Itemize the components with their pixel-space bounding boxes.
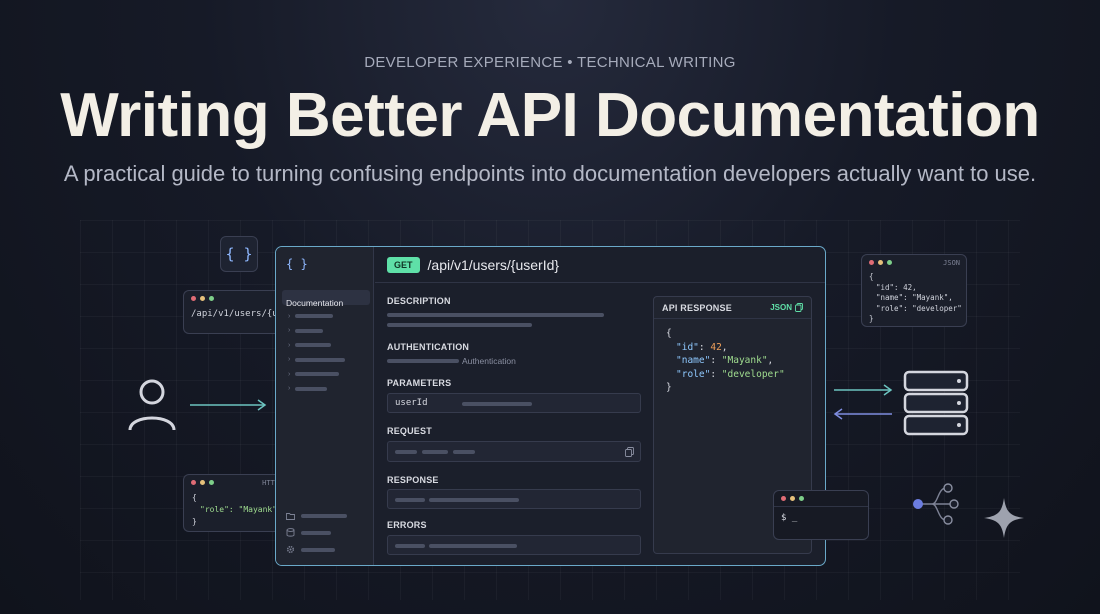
- json-value: "developer": [721, 368, 785, 380]
- code-line: "role": "Mayank": [200, 505, 278, 514]
- code-line: "id": 42,: [876, 282, 917, 292]
- sidebar-item-settings[interactable]: [286, 541, 347, 558]
- json-value: "Mayank": [721, 355, 768, 366]
- sidebar-item[interactable]: ›: [288, 353, 346, 368]
- code-line: "name": "Mayank",: [876, 293, 953, 302]
- section-request: REQUEST: [387, 426, 432, 436]
- section-parameters: PARAMETERS: [387, 378, 452, 388]
- section-response: RESPONSE: [387, 475, 439, 485]
- endpoint-header: GET /api/v1/users/{userId}: [375, 247, 825, 283]
- json-tag: JSON: [943, 258, 960, 267]
- docs-logo: { }: [286, 257, 308, 271]
- json-key: "name": [676, 355, 711, 366]
- sidebar-item-folder[interactable]: [286, 507, 347, 524]
- sidebar-item-database[interactable]: [286, 524, 347, 541]
- url-window: /api/v1/users/{use: [183, 290, 283, 334]
- json-window: JSON { "id": 42, "name": "Mayank", "role…: [861, 254, 967, 327]
- sidebar-item[interactable]: ›: [288, 367, 345, 382]
- section-description: DESCRIPTION: [387, 296, 451, 306]
- code-line: {: [869, 272, 874, 281]
- sidebar-item[interactable]: ›: [288, 338, 345, 353]
- param-row[interactable]: userId: [387, 393, 641, 413]
- copy-icon[interactable]: [625, 447, 634, 457]
- braces-glyph: { }: [225, 245, 253, 263]
- copy-icon: [795, 303, 803, 312]
- database-icon: [286, 528, 295, 537]
- description-line: [387, 323, 532, 327]
- json-brace: }: [666, 382, 672, 393]
- window-dots: [774, 491, 868, 507]
- code-line: {: [192, 493, 197, 502]
- description-line: [387, 313, 604, 317]
- method-badge: GET: [387, 256, 420, 273]
- terminal-prompt[interactable]: $ _: [774, 507, 868, 529]
- section-authentication: AUTHENTICATION: [387, 342, 470, 352]
- code-line: "role": "developer": [876, 303, 962, 313]
- sidebar-item[interactable]: ›: [288, 382, 345, 397]
- sidebar-footer: [286, 507, 347, 558]
- terminal-window: $ _: [773, 490, 869, 540]
- sidebar-item[interactable]: ›: [288, 309, 345, 324]
- share-node-icon: [913, 483, 959, 525]
- right-arrow-icon: [190, 399, 267, 411]
- arrows-icon: [833, 384, 893, 420]
- eyebrow: DEVELOPER EXPERIENCE • TECHNICAL WRITING: [364, 54, 736, 71]
- url-text: /api/v1/users/{use: [191, 309, 283, 319]
- gear-icon: [287, 546, 294, 553]
- window-dots: [862, 255, 899, 270]
- api-response-title: API RESPONSE: [662, 302, 732, 313]
- sidebar-item[interactable]: ›: [288, 324, 345, 339]
- errors-block[interactable]: [387, 535, 641, 555]
- sidebar-item-documentation[interactable]: Documentation: [282, 290, 370, 308]
- auth-line: [387, 359, 459, 363]
- section-errors: ERRORS: [387, 520, 427, 530]
- http-window: HTTP { "role": "Mayank" }: [183, 474, 283, 532]
- json-key: "id": [676, 341, 699, 353]
- sidebar-item-label: Documentation: [286, 298, 344, 308]
- json-brace: {: [666, 328, 672, 339]
- json-key: "role": [676, 368, 711, 380]
- format-toggle[interactable]: JSON: [770, 303, 803, 312]
- request-block[interactable]: [387, 441, 641, 462]
- json-value: 42: [710, 341, 722, 353]
- docs-sidebar: { } Documentation › › › › › ›: [276, 247, 374, 565]
- auth-value: Authentication: [462, 356, 516, 366]
- page-subtitle: A practical guide to turning confusing e…: [63, 161, 1037, 186]
- page-title: Writing Better API Documentation: [60, 81, 1040, 150]
- format-label: JSON: [770, 303, 792, 312]
- sidebar-nav-list: › › › › › ›: [288, 309, 346, 397]
- code-line: }: [869, 314, 874, 323]
- param-name: userId: [395, 398, 428, 408]
- response-block[interactable]: [387, 489, 641, 509]
- endpoint-path: /api/v1/users/{userId}: [427, 256, 560, 273]
- server-icon: [903, 370, 969, 436]
- sparkle-icon: [984, 498, 1024, 538]
- braces-icon: { }: [220, 236, 258, 272]
- folder-icon: [286, 512, 295, 520]
- window-dots: [184, 291, 283, 306]
- window-dots: [184, 475, 221, 490]
- user-icon: [128, 379, 176, 431]
- code-line: }: [192, 517, 197, 526]
